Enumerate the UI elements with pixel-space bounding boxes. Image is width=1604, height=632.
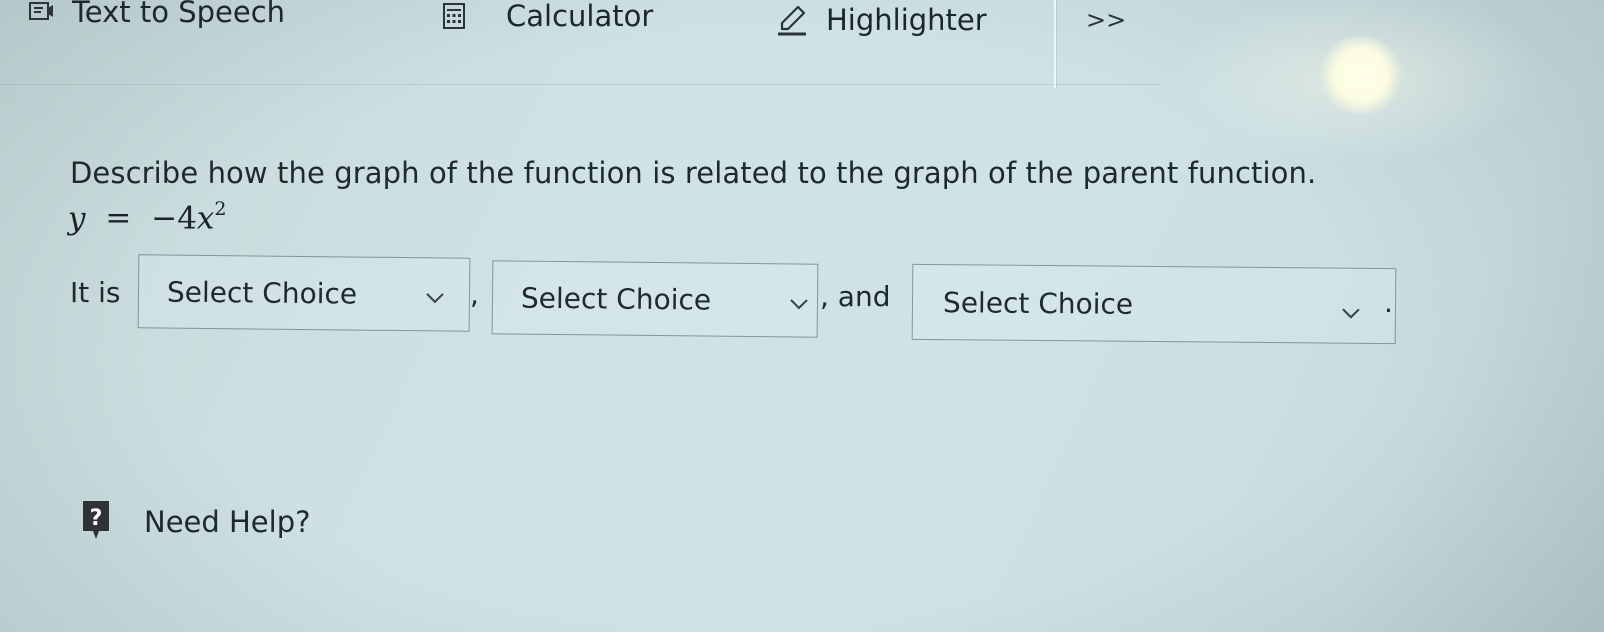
chevron-down-icon bbox=[425, 278, 445, 311]
calculator-icon bbox=[442, 2, 466, 30]
function-equation: y = −4x2 bbox=[68, 198, 227, 237]
sentence-end: . bbox=[1384, 286, 1393, 319]
highlighter-button[interactable]: Highlighter bbox=[776, 0, 987, 40]
equation-lhs: y bbox=[68, 200, 86, 237]
sentence-separator-2: , and bbox=[820, 280, 891, 313]
help-icon-glyph: ? bbox=[90, 506, 103, 531]
screen-glare bbox=[1318, 36, 1404, 114]
choice-select-2-value: Select Choice bbox=[520, 281, 712, 317]
need-help-label: Need Help? bbox=[144, 505, 311, 539]
toolbar: Text to Speech Calculator Highlighter >> bbox=[0, 0, 1160, 88]
calculator-label: Calculator bbox=[506, 0, 654, 33]
help-question-icon: ? bbox=[80, 498, 112, 546]
equation-variable: x bbox=[196, 200, 215, 237]
highlighter-icon bbox=[776, 3, 808, 37]
more-tools-button[interactable]: >> bbox=[1086, 6, 1126, 34]
choice-select-2[interactable]: Select Choice bbox=[491, 260, 819, 338]
text-to-speech-button[interactable]: Text to Speech bbox=[28, 0, 285, 32]
need-help-button[interactable]: ? Need Help? bbox=[80, 498, 311, 546]
choice-select-1[interactable]: Select Choice bbox=[137, 254, 471, 332]
chevron-down-icon bbox=[789, 284, 809, 317]
sentence-lead: It is bbox=[70, 276, 121, 309]
choice-select-3-value: Select Choice bbox=[942, 285, 1134, 321]
toolbar-divider bbox=[1054, 0, 1056, 88]
choice-select-3[interactable]: Select Choice bbox=[911, 263, 1397, 345]
chevron-down-icon bbox=[1341, 293, 1361, 326]
equation-coefficient: −4 bbox=[151, 200, 197, 237]
text-to-speech-label: Text to Speech bbox=[72, 0, 286, 29]
equation-exponent: 2 bbox=[214, 198, 227, 220]
question-prompt: Describe how the graph of the function i… bbox=[70, 156, 1317, 190]
sentence-separator-1: , bbox=[470, 278, 479, 311]
choice-select-1-value: Select Choice bbox=[166, 275, 358, 311]
equation-equals: = bbox=[105, 200, 132, 237]
highlighter-label: Highlighter bbox=[826, 3, 987, 37]
calculator-button[interactable]: Calculator bbox=[442, 0, 653, 36]
text-to-speech-icon bbox=[28, 0, 56, 24]
